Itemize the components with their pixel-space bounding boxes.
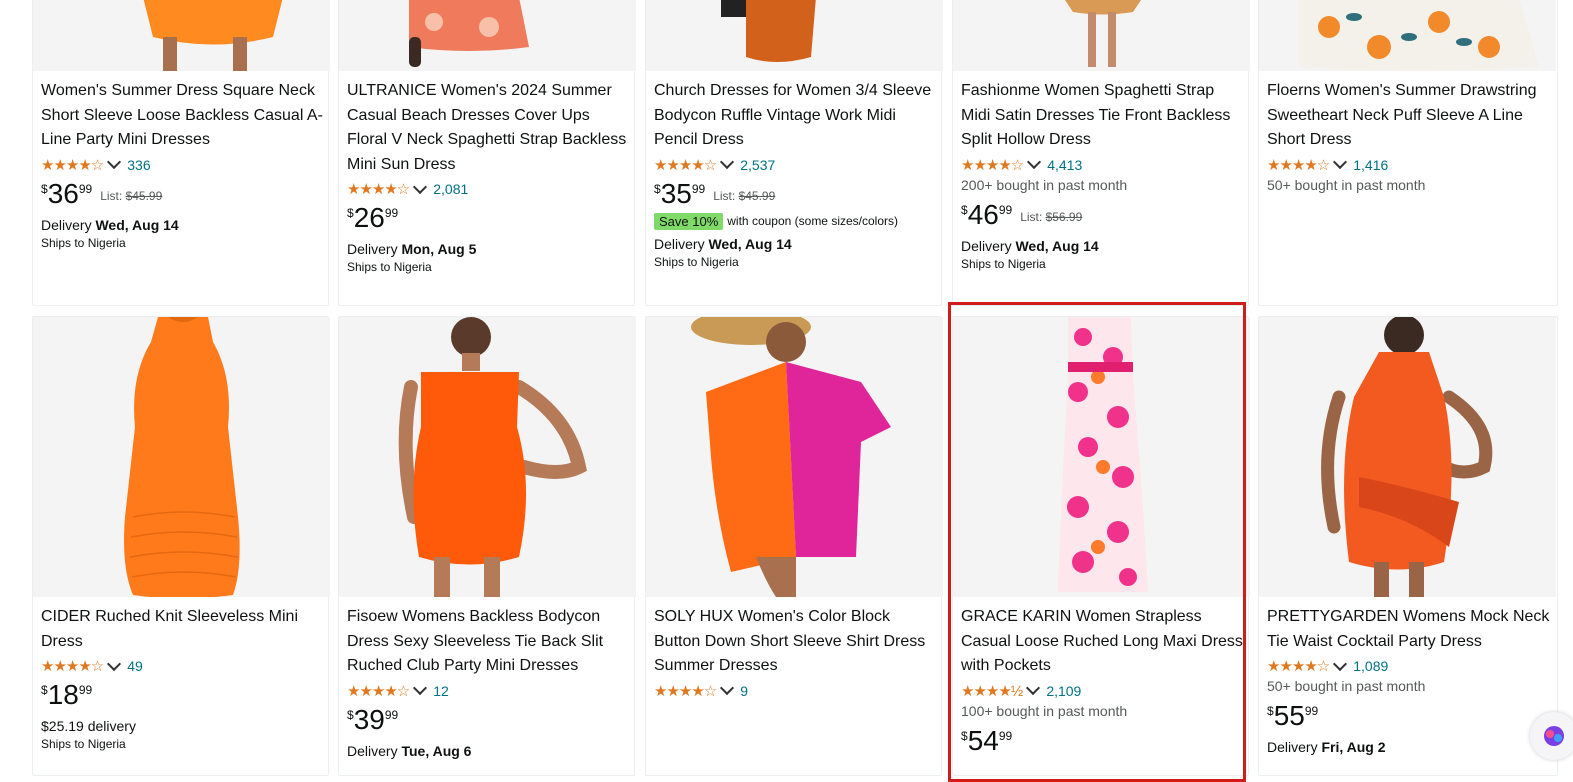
dress-image-icon: [1321, 317, 1493, 597]
product-image[interactable]: [339, 0, 636, 71]
delivery-info: Delivery Wed, Aug 14: [41, 216, 179, 233]
star-icon[interactable]: ★★★★☆: [347, 682, 410, 700]
product-title[interactable]: Fashionme Women Spaghetti Strap Midi Sat…: [961, 79, 1244, 153]
rating-count[interactable]: 12: [433, 683, 449, 699]
dress-image-icon: [398, 317, 587, 597]
delivery-info: Delivery Wed, Aug 14: [961, 237, 1099, 254]
rating-count[interactable]: 9: [740, 683, 748, 699]
delivery-fee: $25.19 delivery: [41, 718, 136, 734]
product-title[interactable]: Women's Summer Dress Square Neck Short S…: [41, 79, 324, 153]
delivery-info: Delivery Wed, Aug 14: [654, 235, 792, 252]
chevron-down-icon[interactable]: [107, 154, 122, 170]
coupon[interactable]: Save 10% with coupon (some sizes/colors): [654, 212, 937, 230]
star-icon[interactable]: ★★★★☆: [654, 156, 717, 174]
product-title[interactable]: Fisoew Womens Backless Bodycon Dress Sex…: [347, 605, 630, 679]
product-image[interactable]: [953, 0, 1250, 71]
price[interactable]: $55 99: [1267, 701, 1553, 733]
assistant-bubble-icon[interactable]: [1530, 712, 1573, 760]
product-card[interactable]: Fashionme Women Spaghetti Strap Midi Sat…: [952, 0, 1250, 306]
chevron-down-icon[interactable]: [720, 680, 735, 696]
product-image[interactable]: [33, 317, 330, 597]
rating-count[interactable]: 2,081: [433, 181, 468, 197]
price[interactable]: $39 99: [347, 704, 630, 737]
product-image[interactable]: [646, 0, 943, 71]
product-image[interactable]: [646, 317, 943, 597]
chevron-down-icon[interactable]: [1333, 656, 1348, 671]
rating-count[interactable]: 1,416: [1353, 157, 1388, 173]
star-icon[interactable]: ★★★★☆: [347, 180, 410, 198]
product-image[interactable]: [1259, 0, 1556, 71]
dress-image-icon: [143, 0, 283, 71]
product-title[interactable]: ULTRANICE Women's 2024 Summer Casual Bea…: [347, 79, 630, 177]
list-price: List: $45.99: [713, 188, 776, 203]
price[interactable]: $35 99 List: $45.99: [654, 178, 937, 211]
product-image[interactable]: [33, 0, 330, 71]
ships-to: Ships to Nigeria: [654, 254, 739, 269]
product-card[interactable]: SOLY HUX Women's Color Block Button Down…: [645, 316, 943, 776]
dress-image-icon: [409, 0, 529, 67]
bought-count: 50+ bought in past month: [1267, 176, 1426, 193]
rating-count[interactable]: 336: [127, 157, 150, 173]
ships-to: Ships to Nigeria: [347, 260, 432, 274]
coupon-badge[interactable]: Save 10%: [654, 212, 724, 230]
dress-image-icon: [1299, 0, 1539, 71]
rating-count[interactable]: 49: [127, 658, 143, 674]
price[interactable]: $36 99 List: $45.99: [41, 178, 324, 211]
star-icon[interactable]: ★★★★☆: [1267, 156, 1330, 174]
price[interactable]: $18 99: [41, 680, 324, 712]
product-card[interactable]: Floerns Women's Summer Drawstring Sweeth…: [1258, 0, 1558, 306]
ships-to: Ships to Nigeria: [961, 256, 1046, 271]
star-icon[interactable]: ★★★★☆: [41, 156, 104, 174]
chevron-down-icon[interactable]: [1333, 154, 1348, 170]
star-icon[interactable]: ★★★★☆: [961, 156, 1024, 174]
bought-count: 50+ bought in past month: [1267, 678, 1426, 694]
delivery-info: Delivery Mon, Aug 5: [347, 241, 477, 257]
product-image[interactable]: [339, 317, 636, 597]
star-icon[interactable]: ★★★★☆: [1267, 657, 1330, 675]
product-title[interactable]: PRETTYGARDEN Womens Mock Neck Tie Waist …: [1267, 605, 1553, 654]
product-card[interactable]: Women's Summer Dress Square Neck Short S…: [32, 0, 330, 306]
chevron-down-icon[interactable]: [413, 680, 428, 696]
product-card[interactable]: Fisoew Womens Backless Bodycon Dress Sex…: [338, 316, 636, 776]
price[interactable]: $46 99 List: $56.99: [961, 199, 1244, 232]
product-title[interactable]: CIDER Ruched Knit Sleeveless Mini Dress: [41, 605, 324, 654]
dress-image-icon: [124, 317, 240, 597]
list-price: List: $56.99: [1020, 209, 1083, 224]
product-image[interactable]: [1259, 317, 1556, 597]
product-card[interactable]: ULTRANICE Women's 2024 Summer Casual Bea…: [338, 0, 636, 306]
delivery-info: Delivery Tue, Aug 6: [347, 742, 472, 759]
rating-count[interactable]: 1,089: [1353, 658, 1388, 674]
dress-image-icon: [1065, 0, 1141, 67]
product-title[interactable]: SOLY HUX Women's Color Block Button Down…: [654, 605, 937, 679]
star-icon[interactable]: ★★★★☆: [41, 657, 104, 675]
dress-image-icon: [721, 0, 816, 62]
chevron-down-icon[interactable]: [720, 154, 735, 170]
ships-to: Ships to Nigeria: [41, 737, 126, 751]
rating-count[interactable]: 2,537: [740, 157, 775, 173]
product-title[interactable]: Church Dresses for Women 3/4 Sleeve Body…: [654, 79, 937, 153]
product-title[interactable]: Floerns Women's Summer Drawstring Sweeth…: [1267, 79, 1553, 153]
list-price: List: $45.99: [100, 188, 163, 203]
chevron-down-icon[interactable]: [1027, 154, 1042, 170]
product-card[interactable]: PRETTYGARDEN Womens Mock Neck Tie Waist …: [1258, 316, 1558, 776]
product-card[interactable]: CIDER Ruched Knit Sleeveless Mini Dress …: [32, 316, 330, 776]
chevron-down-icon[interactable]: [107, 656, 122, 671]
price[interactable]: $26 99: [347, 203, 630, 235]
chevron-down-icon[interactable]: [413, 179, 428, 194]
assistant-icon: [1544, 726, 1564, 746]
dress-image-icon: [691, 317, 891, 597]
delivery-info: Delivery Fri, Aug 2: [1267, 739, 1386, 755]
selection-highlight: [948, 302, 1246, 782]
bought-count: 200+ bought in past month: [961, 176, 1128, 193]
star-icon[interactable]: ★★★★☆: [654, 682, 717, 700]
product-card[interactable]: Church Dresses for Women 3/4 Sleeve Body…: [645, 0, 943, 306]
ships-to: Ships to Nigeria: [41, 235, 126, 250]
rating-count[interactable]: 4,413: [1047, 157, 1082, 173]
